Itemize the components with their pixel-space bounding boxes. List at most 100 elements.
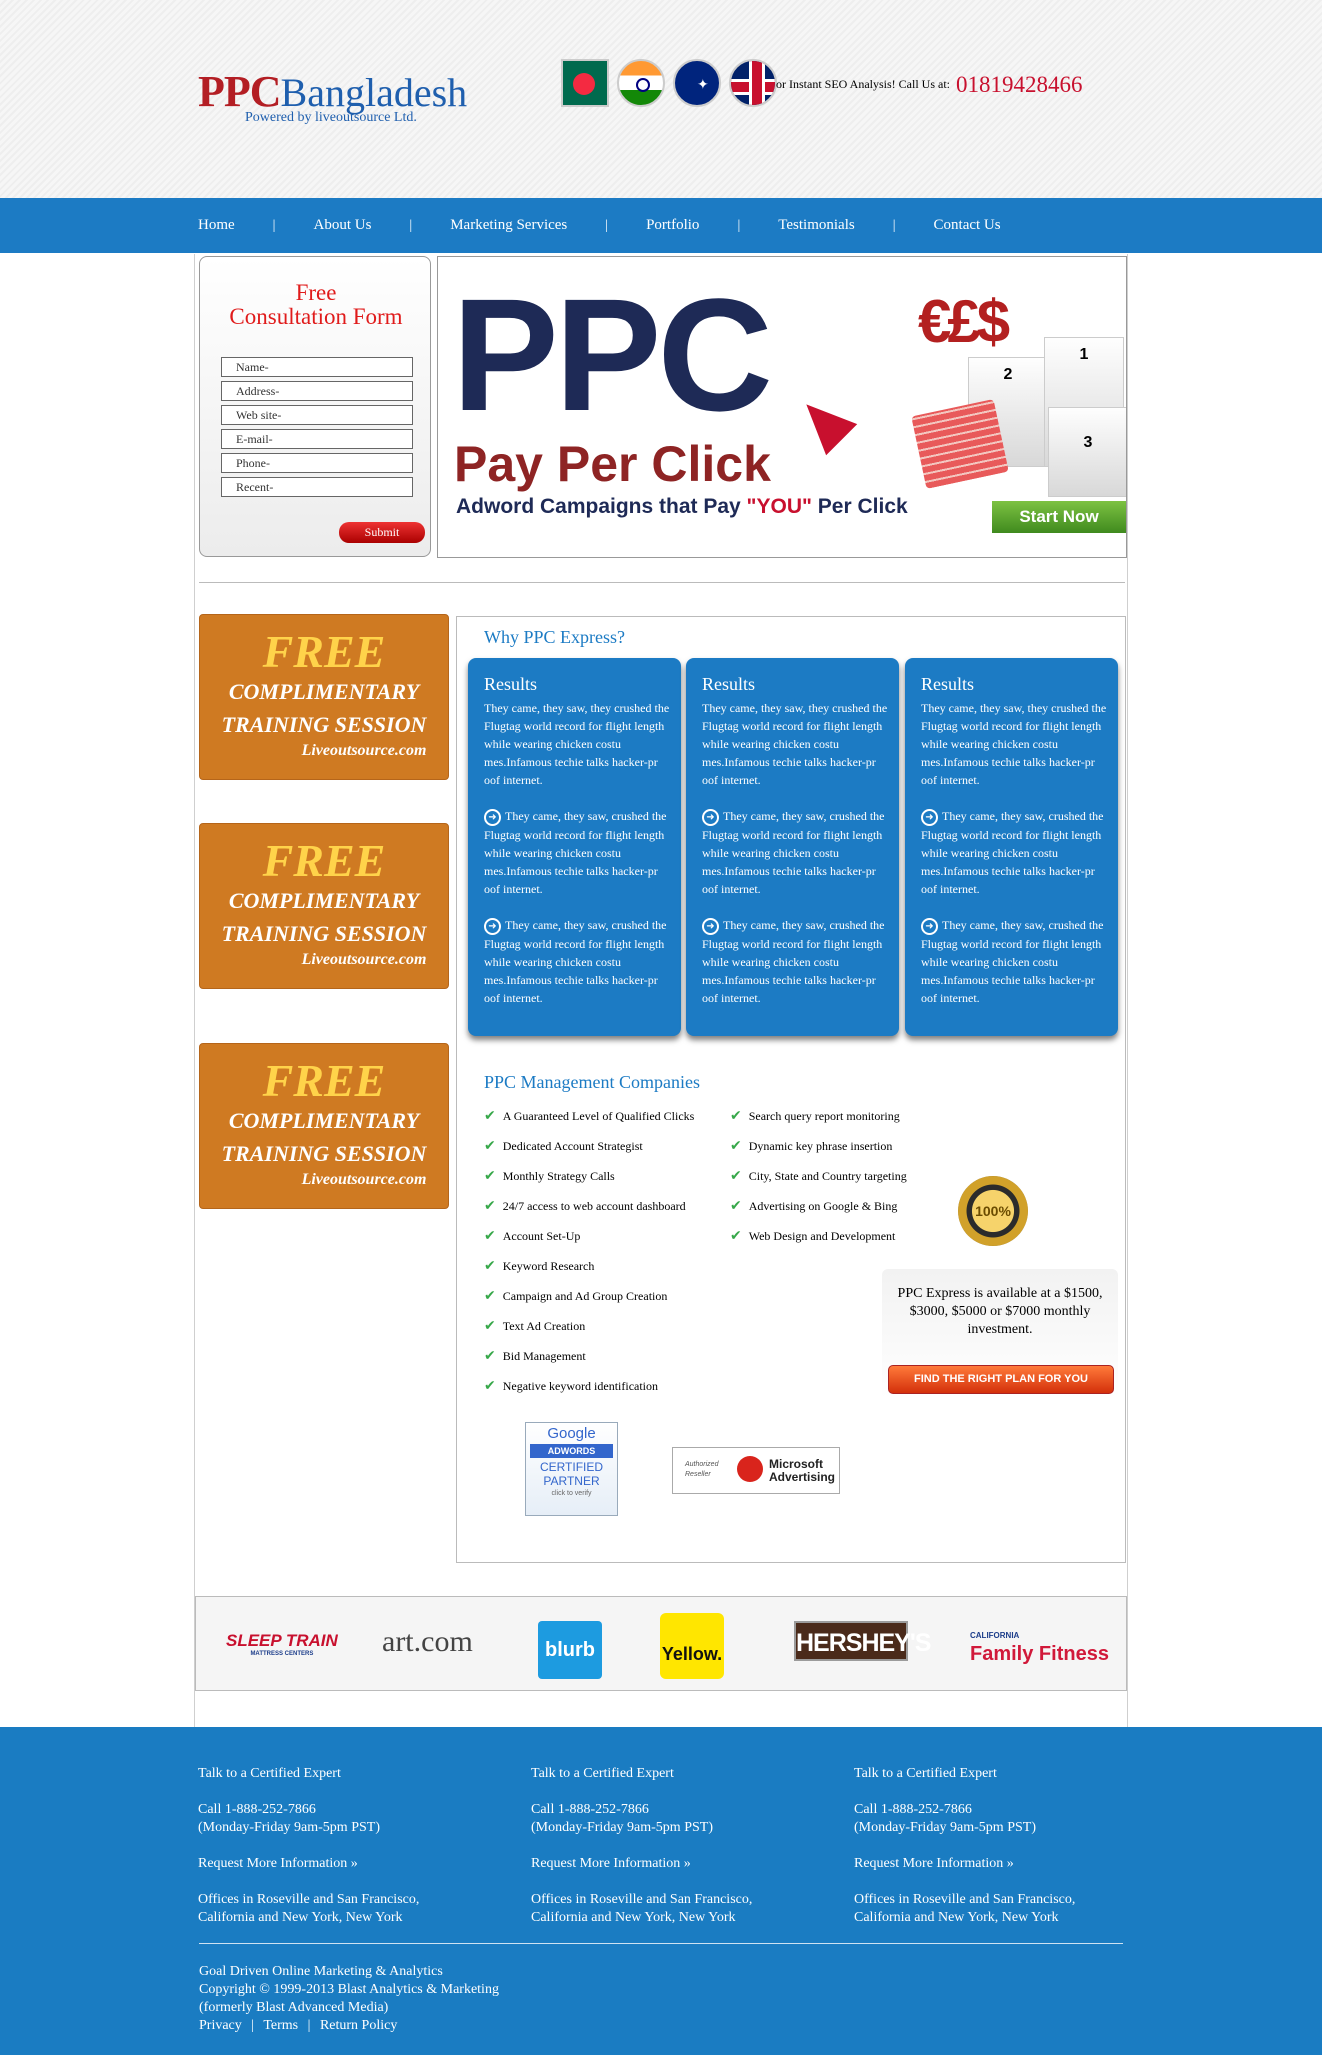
results-intro: They came, they saw, they crushed the Fl… [702,701,888,787]
feature-item: ✔ Bid Management [484,1348,586,1364]
promo-line2: TRAINING SESSION [221,712,427,737]
privacy-link[interactable]: Privacy [199,2018,242,2033]
address-field[interactable]: Address- [221,381,413,401]
sleep-train-logo[interactable]: SLEEP TRAIN MATTRESS CENTERS [226,1631,338,1657]
results-bullet: ➜ They came, they saw, crushed the Flugta… [484,916,671,1007]
feature-text: Negative keyword identification [502,1379,659,1393]
guarantee-seal-icon: 100% [958,1176,1028,1246]
start-now-button[interactable]: Start Now [992,501,1126,533]
request-info-link[interactable]: Request More Information » [531,1855,752,1873]
hero-tagline: Adword Campaigns that Pay "YOU" Per Clic… [456,495,908,519]
sleep-train-sub: MATTRESS CENTERS [250,1651,314,1657]
feature-item: ✔ Web Design and Development [730,1228,895,1244]
nav-portfolio[interactable]: Portfolio [646,217,699,234]
terms-link[interactable]: Terms [263,2018,298,2033]
feature-item: ✔ Text Ad Creation [484,1318,585,1334]
india-flag-icon[interactable] [617,59,665,107]
footer-heading: Talk to a Certified Expert [531,1766,674,1781]
find-plan-button[interactable]: FIND THE RIGHT PLAN FOR YOU [888,1365,1114,1394]
check-icon: ✔ [484,1138,496,1154]
results-bullet-text: They came, they saw, crushed the Flugtag… [702,809,885,896]
training-promo[interactable]: FREE COMPLIMENTARY TRAINING SESSION Live… [199,614,449,780]
feature-text: 24/7 access to web account dashboard [502,1199,686,1213]
footer-offices: Offices in Roseville and San Francisco, [854,1892,1076,1907]
consultation-form: Free Consultation Form Name- Address- We… [199,256,431,557]
nav-contact-us[interactable]: Contact Us [934,217,1001,234]
nav-marketing-services[interactable]: Marketing Services [450,217,567,234]
request-info-link[interactable]: Request More Information » [198,1855,419,1873]
microsoft-reseller-badge[interactable]: Authorized Reseller Microsoft Advertising [672,1447,840,1494]
site-footer: Talk to a Certified Expert Call 1-888-25… [0,1727,1322,2055]
bangladesh-flag-icon[interactable] [561,59,609,107]
email-field[interactable]: E-mail- [221,429,413,449]
uk-flag-icon[interactable] [729,59,777,107]
hero-pay-per-click: Pay Per Click [454,436,771,492]
check-icon: ✔ [484,1288,496,1304]
california-family-fitness-logo[interactable]: CALIFORNIA Family Fitness [970,1627,1109,1664]
call-us-text: or Instant SEO Analysis! Call Us at: [776,76,950,91]
form-title-line1: Free [295,280,337,305]
phone-number[interactable]: 01819428466 [956,72,1083,97]
feature-text: City, State and Country targeting [748,1169,907,1183]
management-title: PPC Management Companies [484,1072,700,1092]
promo-line1: COMPLIMENTARY [228,679,420,704]
hero-banner: PPC Pay Per Click Adword Campaigns that … [437,256,1127,558]
training-promo[interactable]: FREE COMPLIMENTARY TRAINING SESSION Live… [199,1043,449,1209]
request-info-link[interactable]: Request More Information » [854,1855,1075,1873]
footer-call[interactable]: Call 1-888-252-7866 [531,1802,649,1817]
australia-flag-icon[interactable] [673,59,721,107]
results-bullet-text: They came, they saw, crushed the Flugtag… [921,918,1104,1005]
yellow-logo[interactable]: Yellow. [660,1613,724,1679]
submit-button[interactable]: Submit [339,522,425,543]
footer-offices: California and New York, New York [854,1910,1059,1925]
feature-item: ✔ Negative keyword identification [484,1378,658,1394]
ms-name-2: Advertising [769,1470,836,1484]
footer-offices: California and New York, New York [531,1910,736,1925]
results-title: Results [484,674,538,694]
nav-home[interactable]: Home [198,217,235,234]
feature-text: Text Ad Creation [502,1319,586,1333]
promo-free: FREE [262,835,386,886]
hersheys-logo[interactable]: HERSHEY'S [794,1621,931,1661]
authorized-text: Authorized [685,1461,719,1468]
sleep-train-text: SLEEP TRAIN [226,1631,338,1650]
plan-text: PPC Express is available at a $1500, $30… [897,1286,1103,1337]
site-header: PPCBangladesh Powered by liveoutsource L… [0,0,1322,198]
nav-about-us[interactable]: About Us [313,217,371,234]
art-com-logo[interactable]: art.com [382,1625,473,1659]
footer-heading: Talk to a Certified Expert [198,1766,341,1781]
results-title: Results [702,674,756,694]
footer-link-sep: | [251,2018,255,2033]
feature-item: ✔ City, State and Country targeting [730,1168,907,1184]
footer-tagline: Goal Driven Online Marketing & Analytics [199,1964,443,1979]
footer-call[interactable]: Call 1-888-252-7866 [854,1802,972,1817]
footer-call[interactable]: Call 1-888-252-7866 [198,1802,316,1817]
recent-field[interactable]: Recent- [221,477,413,497]
footer-offices: Offices in Roseville and San Francisco, [531,1892,753,1907]
client-logos: SLEEP TRAIN MATTRESS CENTERS art.com blur… [195,1596,1127,1691]
feature-item: ✔ Campaign and Ad Group Creation [484,1288,667,1304]
footer-hours: (Monday-Friday 9am-5pm PST) [531,1820,713,1835]
results-bullet-text: They came, they saw, crushed the Flugtag… [484,809,667,896]
nav-testimonials[interactable]: Testimonials [778,217,854,234]
footer-hours: (Monday-Friday 9am-5pm PST) [198,1820,380,1835]
check-icon: ✔ [484,1168,496,1184]
country-flags [561,59,777,107]
feature-text: A Guaranteed Level of Qualified Clicks [502,1109,695,1123]
site-logo[interactable]: PPCBangladesh Powered by liveoutsource L… [198,66,467,125]
return-policy-link[interactable]: Return Policy [320,2018,397,2033]
blurb-logo[interactable]: blurb [538,1621,602,1679]
results-bullet-text: They came, they saw, crushed the Flugtag… [921,809,1104,896]
google-partner-badge[interactable]: Google ADWORDS CERTIFIED PARTNER click t… [525,1422,618,1516]
footer-column: Talk to a Certified Expert Call 1-888-25… [854,1765,1075,1945]
feature-item: ✔ Monthly Strategy Calls [484,1168,615,1184]
check-icon: ✔ [730,1198,742,1214]
results-card: Results They came, they saw, they crushe… [686,658,899,1036]
nav-separator: | [892,217,896,233]
training-promo[interactable]: FREE COMPLIMENTARY TRAINING SESSION Live… [199,823,449,989]
phone-field[interactable]: Phone- [221,453,413,473]
website-field[interactable]: Web site- [221,405,413,425]
name-field[interactable]: Name- [221,357,413,377]
results-intro: They came, they saw, they crushed the Fl… [921,701,1107,787]
arrow-right-icon: ➜ [702,809,719,826]
